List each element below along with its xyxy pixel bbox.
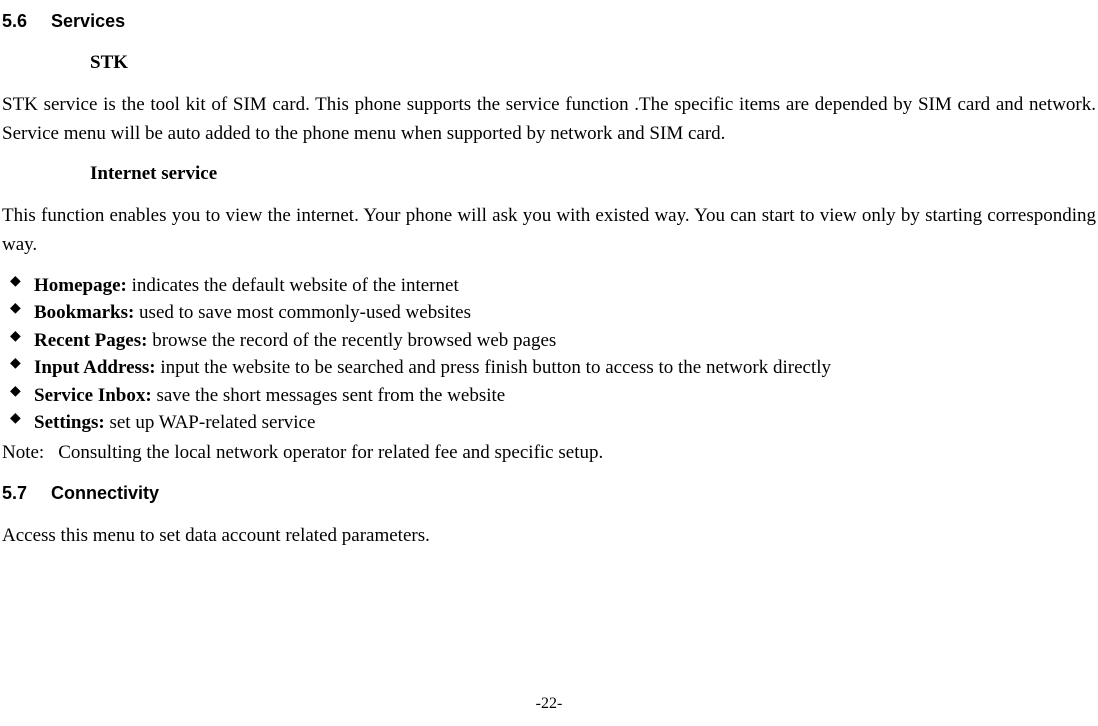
paragraph-internet: This function enables you to view the in… [2,201,1096,260]
bullet-label: Input Address: [34,357,156,378]
subheading-stk: STK [90,49,1096,78]
bullet-label: Homepage: [34,275,127,296]
section-number: 5.6 [2,8,27,35]
bullet-label: Recent Pages: [34,330,147,351]
list-item: Input Address: input the website to be s… [2,354,1096,382]
list-item: Bookmarks: used to save most commonly-us… [2,299,1096,327]
section-number: 5.7 [2,480,27,507]
bullet-label: Settings: [34,412,105,433]
section-title: Services [51,11,125,31]
bullet-label: Service Inbox: [34,385,152,406]
bullet-text: input the website to be searched and pre… [156,357,831,378]
note-text: Consulting the local network operator fo… [58,442,603,463]
paragraph-connectivity: Access this menu to set data account rel… [2,521,1096,550]
section-title: Connectivity [51,483,159,503]
subheading-internet: Internet service [90,160,1096,189]
paragraph-stk: STK service is the tool kit of SIM card.… [2,90,1096,149]
bullet-label: Bookmarks: [34,302,134,323]
bullet-text: browse the record of the recently browse… [147,330,556,351]
bullet-text: save the short messages sent from the we… [152,385,506,406]
list-item: Homepage: indicates the default website … [2,272,1096,300]
bullet-text: used to save most commonly-used websites [134,302,471,323]
page-number: -22- [0,692,1098,716]
list-item: Recent Pages: browse the record of the r… [2,327,1096,355]
list-item: Service Inbox: save the short messages s… [2,382,1096,410]
list-item: Settings: set up WAP-related service [2,409,1096,437]
bullet-text: set up WAP-related service [105,412,316,433]
section-heading-5-7: 5.7 Connectivity [2,480,1096,507]
bullet-list-internet: Homepage: indicates the default website … [2,272,1096,437]
note-label: Note: [2,442,44,463]
section-heading-5-6: 5.6 Services [2,8,1096,35]
note-line: Note: Consulting the local network operat… [2,439,1096,468]
bullet-text: indicates the default website of the int… [127,275,459,296]
